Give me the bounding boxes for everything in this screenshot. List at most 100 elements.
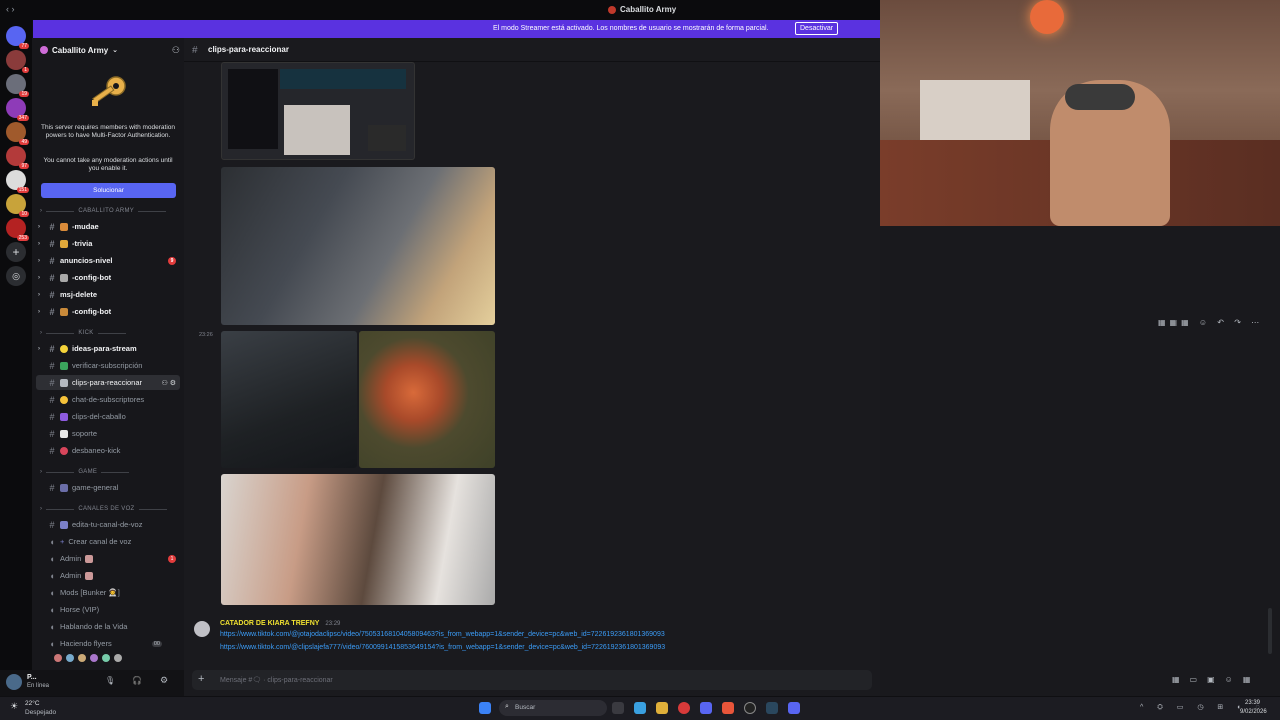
task-view-icon[interactable] xyxy=(612,702,624,714)
window-title-text: Caballito Army xyxy=(620,5,677,14)
server-icon[interactable]: 10 xyxy=(6,194,29,217)
voice-channel-hablando[interactable]: ◖ Hablando de la Vida xyxy=(36,619,180,634)
message-link-1[interactable]: https://www.tiktok.com/@jotajodaclipsc/v… xyxy=(220,631,665,638)
voice-channel-admin[interactable]: ◖ Admin 1 xyxy=(36,551,180,566)
weather-icon: ☀ xyxy=(10,701,19,711)
channel-clips-del-caballo[interactable]: # clips-del-caballo xyxy=(36,409,180,424)
channel-anuncios-nivel[interactable]: › # anuncios-nivel 9 xyxy=(36,253,180,268)
server-badge: 1 xyxy=(22,67,29,73)
media-panel xyxy=(228,69,278,149)
nav-arrows[interactable]: ‹ › xyxy=(6,4,15,14)
neon-logo xyxy=(1030,0,1064,34)
channel-verificar-subscripcion[interactable]: # verificar-subscripción xyxy=(36,358,180,373)
discord-icon[interactable] xyxy=(788,702,800,714)
server-badge: 19 xyxy=(19,91,29,97)
message-author[interactable]: CATADOR DE KIARA TREFNY xyxy=(220,620,319,627)
add-server-icon[interactable]: + xyxy=(6,242,26,262)
speaker-icon: ◖ xyxy=(49,553,55,564)
emoji-icon xyxy=(60,239,68,248)
message-hover-toolbar[interactable]: ▦▦▦ ☺ ↶ ↷ ⋯ xyxy=(1158,318,1263,327)
channel-config-bot-2[interactable]: › # -config-bot xyxy=(36,304,180,319)
channel-crear-canal-de-voz[interactable]: ◖ + Crear canal de voz xyxy=(36,534,180,549)
server-badge: 97 xyxy=(19,163,29,169)
category-caballito[interactable]: › CABALLITO ARMY xyxy=(40,208,167,214)
invite-icon[interactable]: ⚇ xyxy=(172,45,180,56)
hash-icon: # xyxy=(49,255,55,266)
app-icon[interactable] xyxy=(678,702,690,714)
category-game[interactable]: › GAME xyxy=(40,469,130,475)
microphone-icon[interactable]: 🎙 xyxy=(105,676,115,685)
channel-chat-de-subscriptores[interactable]: # chat-de-subscriptores xyxy=(36,392,180,407)
add-attachment-icon[interactable]: + xyxy=(198,673,204,685)
message-link-2[interactable]: https://www.tiktok.com/@clipslajefa777/v… xyxy=(220,644,665,651)
channel-ideas-para-stream[interactable]: › # ideas-para-stream xyxy=(36,341,180,356)
server-icon[interactable]: 97 xyxy=(6,146,29,169)
app-icon[interactable] xyxy=(700,702,712,714)
emoji-icon xyxy=(60,378,68,387)
fix-mfa-button[interactable]: Solucionar xyxy=(41,183,176,198)
channel-mudae[interactable]: › # -mudae xyxy=(36,219,180,234)
server-icon[interactable]: 253 xyxy=(6,218,29,241)
channel-msj-delete[interactable]: › # msj-delete xyxy=(36,287,180,302)
voice-channel-mods[interactable]: ◖ Mods [Bunker 👨‍🚀] xyxy=(36,585,180,600)
server-icon[interactable]: 19 xyxy=(6,74,29,97)
channel-trivia[interactable]: › # -trivia xyxy=(36,236,180,251)
server-icon[interactable]: 347 xyxy=(6,98,29,121)
hash-icon: # xyxy=(49,445,55,456)
folder-icon[interactable] xyxy=(656,702,668,714)
streamer-mode-banner: El modo Streamer está activado. Los nomb… xyxy=(33,20,880,38)
user-avatar[interactable] xyxy=(6,674,22,690)
avatar xyxy=(66,654,74,662)
taskbar-search[interactable]: ⌕ Buscar xyxy=(499,700,607,716)
media-image-2[interactable] xyxy=(221,331,357,468)
app-icon[interactable] xyxy=(634,702,646,714)
channel-game-general[interactable]: # game-general xyxy=(36,480,180,495)
channel-desbaneo-kick[interactable]: # desbaneo-kick xyxy=(36,443,180,458)
key-icon xyxy=(86,74,130,114)
gamepad-icon xyxy=(60,483,68,492)
gear-icon[interactable]: ⚙ xyxy=(160,675,168,686)
server-icon[interactable]: 1 xyxy=(6,50,29,73)
media-image-4[interactable] xyxy=(221,474,495,605)
banner-message: El modo Streamer está activado. Los nomb… xyxy=(493,25,769,32)
message-composer[interactable]: + Mensaje #🗨 · clips-para-reaccionar xyxy=(192,670,872,690)
emoji-icon xyxy=(60,412,68,421)
media-image-1[interactable] xyxy=(221,167,495,325)
channel-config-bot[interactable]: › # -config-bot xyxy=(36,270,180,285)
hash-icon: # xyxy=(49,377,55,388)
media-image-3[interactable] xyxy=(359,331,495,468)
channel-soporte[interactable]: # soporte xyxy=(36,426,180,441)
channel-settings-icon: ⚇ ⚙ xyxy=(161,379,177,387)
scrollbar[interactable] xyxy=(1268,608,1272,654)
voice-channel-admin-2[interactable]: ◖ Admin xyxy=(36,568,180,583)
headphones-icon[interactable]: 🎧 xyxy=(132,676,142,685)
media-panel xyxy=(368,125,406,151)
category-kick[interactable]: › KICK xyxy=(40,330,126,336)
server-icon[interactable]: 151 xyxy=(6,170,29,193)
author-avatar[interactable] xyxy=(194,621,210,637)
composer-tools[interactable]: ▦▭▣☺▦ xyxy=(1172,675,1260,684)
channel-edita-tu-canal[interactable]: # edita-tu-canal-de-voz xyxy=(36,517,180,532)
avatar xyxy=(102,654,110,662)
obs-icon[interactable] xyxy=(744,702,756,714)
hash-icon: # xyxy=(49,289,55,300)
server-header[interactable]: Caballito Army ⌄ ⚇ xyxy=(40,44,180,56)
category-voice[interactable]: › CANALES DE VOZ xyxy=(40,506,167,512)
voice-channel-haciendo-flyers[interactable]: ◖ Haciendo flyers 00 xyxy=(36,636,180,651)
discover-icon[interactable]: ◎ xyxy=(6,266,26,286)
mfa-notice-2: You cannot take any moderation actions u… xyxy=(43,157,173,172)
hash-icon: # xyxy=(192,45,198,56)
disable-streamer-button[interactable]: Desactivar xyxy=(795,22,839,35)
start-icon[interactable] xyxy=(479,702,491,714)
channel-clips-para-reaccionar[interactable]: # clips-para-reaccionar ⚇ ⚙ xyxy=(36,375,180,390)
media-panel xyxy=(280,69,406,89)
brave-icon[interactable] xyxy=(722,702,734,714)
avatar xyxy=(78,654,86,662)
emoji-icon xyxy=(60,307,68,316)
voice-channel-horse-vip[interactable]: ◖ Horse (VIP) xyxy=(36,602,180,617)
steam-icon[interactable] xyxy=(766,702,778,714)
server-icon[interactable]: 49 xyxy=(6,122,29,145)
home-button[interactable]: 77 xyxy=(6,26,29,49)
media-screenshot[interactable] xyxy=(221,62,415,160)
speaker-icon: ◖ xyxy=(49,638,55,649)
